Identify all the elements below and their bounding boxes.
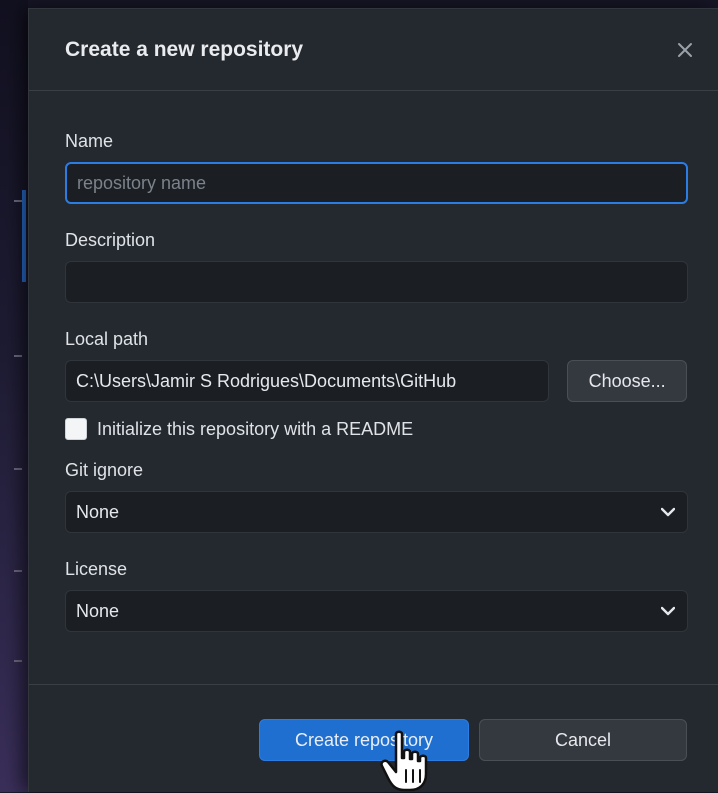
background-mark [14,468,22,470]
hand-pointer-cursor-icon [380,730,428,792]
choose-path-button[interactable]: Choose... [567,360,687,402]
git-ignore-label: Git ignore [65,460,144,480]
description-label: Description [65,230,156,250]
close-icon [678,42,692,57]
background-sidebar [0,0,28,792]
local-path-label: Local path [65,329,149,349]
close-button[interactable] [670,35,700,65]
background-mark [14,570,22,572]
background-selection-indicator [22,190,26,282]
local-path-input[interactable] [65,360,550,402]
license-selected-value: None [76,600,120,621]
dialog-body: Name Description Local path Choose... In… [29,91,718,632]
readme-checkbox[interactable] [65,418,87,440]
description-input[interactable] [65,261,688,303]
git-ignore-selected-value: None [76,501,120,522]
background-mark [14,355,22,357]
license-label: License [65,559,128,579]
chevron-down-icon [659,602,677,620]
dialog-title: Create a new repository [65,37,304,61]
create-repository-dialog: Create a new repository Name Description… [28,8,718,792]
chevron-down-icon [659,503,677,521]
footer-buttons: Create repository Cancel [259,719,687,761]
dialog-header: Create a new repository [29,9,718,91]
repository-name-input[interactable] [65,162,688,204]
readme-option: Initialize this repository with a README [65,418,687,440]
background-mark [14,200,22,202]
license-select[interactable]: None [65,590,688,632]
local-path-row: Choose... [65,360,687,402]
cancel-button[interactable]: Cancel [479,719,687,761]
dialog-footer: Create repository Cancel [29,684,718,793]
name-label: Name [65,131,114,151]
background-mark [14,660,22,662]
readme-checkbox-label[interactable]: Initialize this repository with a README [97,419,413,440]
git-ignore-select[interactable]: None [65,491,688,533]
